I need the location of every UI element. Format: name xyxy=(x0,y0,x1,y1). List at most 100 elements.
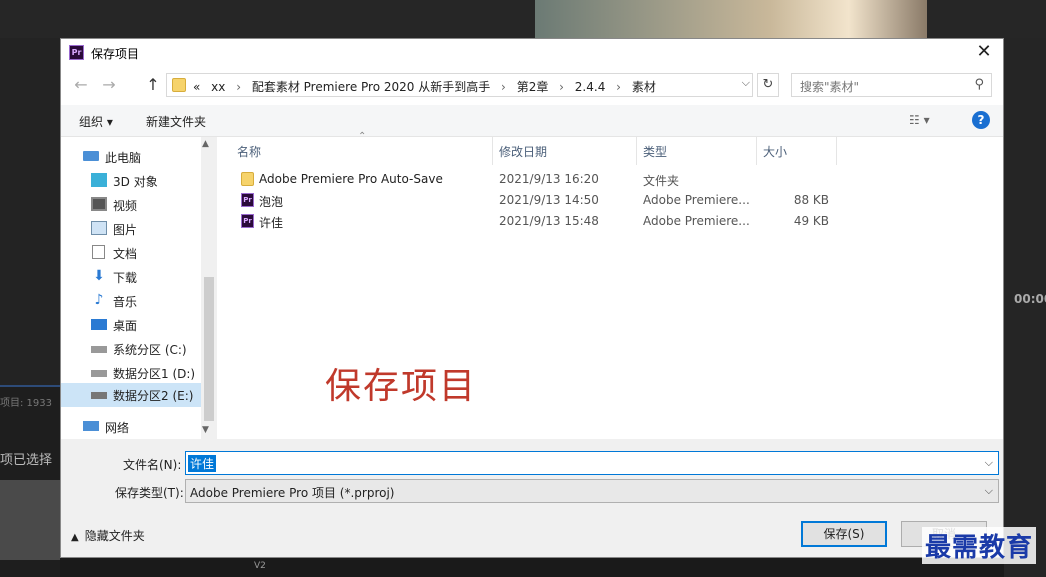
file-name: 许佳 xyxy=(259,216,284,230)
background-timecode: 00:00 xyxy=(1014,292,1046,306)
nav-item-label: 图片 xyxy=(113,223,138,237)
filetype-label: 保存类型(T): xyxy=(115,486,184,500)
nav-item-pictures[interactable]: 图片 xyxy=(61,217,201,241)
search-icon[interactable]: ⚲ xyxy=(974,77,984,92)
save-dialog: Pr 保存项目 ✕ ← → ↑ « xx › 配套素材 Premiere Pro… xyxy=(60,38,1004,558)
view-options-icon[interactable]: ☷ ▾ xyxy=(909,113,930,127)
file-date: 2021/9/13 14:50 xyxy=(499,193,599,207)
back-arrow-icon[interactable]: ← xyxy=(71,75,91,94)
chevron-down-icon[interactable]: ⌵ xyxy=(985,456,993,470)
scroll-down-icon[interactable]: ▼ xyxy=(202,425,209,435)
folder-icon xyxy=(172,78,186,92)
nav-item-music[interactable]: ♪ 音乐 xyxy=(61,289,201,313)
breadcrumb-item[interactable]: 2.4.4 xyxy=(575,80,606,94)
organize-menu[interactable]: 组织 ▾ xyxy=(79,113,113,130)
nav-item-this-pc[interactable]: 此电脑 xyxy=(61,145,201,169)
address-bar-row: ← → ↑ « xx › 配套素材 Premiere Pro 2020 从新手到… xyxy=(61,67,1003,105)
column-label: 大小 xyxy=(763,145,788,159)
scroll-up-icon[interactable]: ▲ xyxy=(202,139,209,149)
file-row[interactable]: Pr 泡泡 2021/9/13 14:50 Adobe Premiere... … xyxy=(237,190,857,211)
search-input[interactable]: 搜索"素材" ⚲ xyxy=(791,73,992,97)
search-placeholder: 搜索"素材" xyxy=(800,80,860,94)
nav-item-drive-d[interactable]: 数据分区1 (D:) xyxy=(61,361,201,385)
chevron-down-icon[interactable]: ⌵ xyxy=(742,76,750,90)
chevron-right-icon[interactable]: › xyxy=(559,80,564,94)
drive-icon xyxy=(91,346,107,353)
background-timeline xyxy=(60,558,1004,577)
nav-item-3d-objects[interactable]: 3D 对象 xyxy=(61,169,201,193)
file-row[interactable]: Pr 许佳 2021/9/13 15:48 Adobe Premiere... … xyxy=(237,211,857,232)
drive-icon xyxy=(91,392,107,399)
file-row[interactable]: Adobe Premiere Pro Auto-Save 2021/9/13 1… xyxy=(237,169,857,190)
nav-item-label: 此电脑 xyxy=(105,151,142,165)
nav-item-label: 文档 xyxy=(113,247,138,261)
file-name: Adobe Premiere Pro Auto-Save xyxy=(259,172,443,186)
drive-icon xyxy=(91,370,107,377)
file-size: 88 KB xyxy=(793,193,829,207)
3d-objects-icon xyxy=(91,173,107,187)
nav-item-video[interactable]: 视频 xyxy=(61,193,201,217)
file-date: 2021/9/13 16:20 xyxy=(499,172,599,186)
breadcrumb-item[interactable]: 素材 xyxy=(632,80,656,94)
up-arrow-icon[interactable]: ↑ xyxy=(143,75,163,94)
column-header-date[interactable]: 修改日期 xyxy=(493,137,637,165)
premiere-file-icon: Pr xyxy=(241,193,254,207)
nav-item-downloads[interactable]: ⬇ 下载 xyxy=(61,265,201,289)
background-video-preview xyxy=(535,0,927,38)
background-project-count: 项目: 1933 xyxy=(0,398,52,409)
network-icon xyxy=(83,421,99,431)
column-label: 类型 xyxy=(643,145,668,159)
watermark-logo: 最需教育 xyxy=(922,527,1037,564)
premiere-file-icon: Pr xyxy=(241,214,254,228)
nav-item-label: 下载 xyxy=(113,271,138,285)
chevron-down-icon[interactable]: ⌵ xyxy=(985,484,993,498)
breadcrumb-item[interactable]: 第2章 xyxy=(517,80,549,94)
file-date: 2021/9/13 15:48 xyxy=(499,214,599,228)
chevron-right-icon[interactable]: › xyxy=(501,80,506,94)
background-track-label: V2 xyxy=(254,561,266,571)
nav-item-documents[interactable]: 文档 xyxy=(61,241,201,265)
dialog-title: 保存项目 xyxy=(91,47,140,61)
nav-item-label: 数据分区2 (E:) xyxy=(113,389,194,403)
filetype-value: Adobe Premiere Pro 项目 (*.prproj) xyxy=(190,486,395,500)
filename-input[interactable]: 许佳 ⌵ xyxy=(185,451,999,475)
address-field[interactable]: « xx › 配套素材 Premiere Pro 2020 从新手到高手 › 第… xyxy=(166,73,753,97)
nav-item-label: 音乐 xyxy=(113,295,138,309)
nav-item-label: 数据分区1 (D:) xyxy=(113,367,196,381)
new-folder-button[interactable]: 新建文件夹 xyxy=(146,113,206,130)
refresh-button[interactable]: ↻ xyxy=(757,73,779,97)
download-icon: ⬇ xyxy=(93,268,105,284)
column-header-size[interactable]: 大小 xyxy=(757,137,837,165)
nav-item-network[interactable]: 网络 xyxy=(61,415,201,439)
breadcrumb-overflow[interactable]: « xyxy=(193,80,200,94)
close-button[interactable]: ✕ xyxy=(971,41,997,65)
nav-item-label: 3D 对象 xyxy=(113,175,158,189)
hide-folders-toggle[interactable]: ▲ 隐藏文件夹 xyxy=(71,527,145,544)
video-icon xyxy=(91,197,107,211)
nav-item-drive-e[interactable]: 数据分区2 (E:) xyxy=(61,383,201,407)
nav-item-label: 视频 xyxy=(113,199,138,213)
filetype-select[interactable]: Adobe Premiere Pro 项目 (*.prproj) ⌵ xyxy=(185,479,999,503)
desktop-icon xyxy=(91,319,107,330)
nav-item-desktop[interactable]: 桌面 xyxy=(61,313,201,337)
documents-icon xyxy=(92,245,105,259)
column-header-name[interactable]: 名称 xyxy=(231,137,493,165)
chevron-right-icon[interactable]: › xyxy=(616,80,621,94)
breadcrumb-item[interactable]: xx xyxy=(211,80,225,94)
forward-arrow-icon[interactable]: → xyxy=(99,75,119,94)
background-folder-thumb xyxy=(0,480,60,560)
save-button[interactable]: 保存(S) xyxy=(801,521,887,547)
column-header-type[interactable]: 类型 xyxy=(637,137,757,165)
save-options-panel: 文件名(N): 许佳 ⌵ 保存类型(T): Adobe Premiere Pro… xyxy=(61,439,1003,557)
chevron-right-icon[interactable]: › xyxy=(236,80,241,94)
breadcrumb-item[interactable]: 配套素材 Premiere Pro 2020 从新手到高手 xyxy=(252,80,490,94)
nav-item-label: 桌面 xyxy=(113,319,138,333)
pc-icon xyxy=(83,151,99,161)
background-selection-text: 项已选择 xyxy=(0,453,53,468)
folder-icon xyxy=(241,172,254,186)
nav-item-drive-c[interactable]: 系统分区 (C:) xyxy=(61,337,201,361)
file-size: 49 KB xyxy=(793,214,829,228)
title-bar: Pr 保存项目 ✕ xyxy=(61,39,1003,67)
nav-scrollbar-thumb[interactable] xyxy=(204,277,214,421)
help-icon[interactable]: ? xyxy=(972,111,990,129)
